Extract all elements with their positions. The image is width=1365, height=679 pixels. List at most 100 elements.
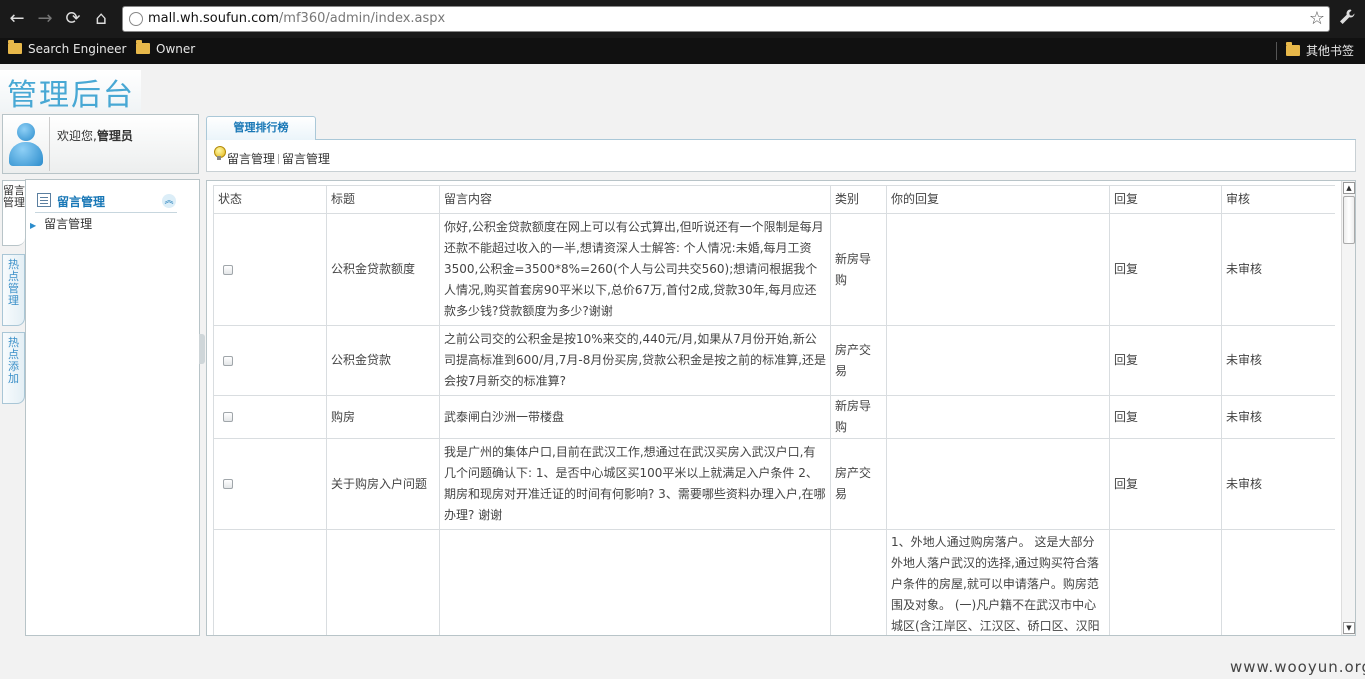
reply-link[interactable]: 回复 <box>1109 213 1222 326</box>
breadcrumb-item[interactable]: 留言管理 <box>227 152 275 166</box>
title-cell: 公积金贷款额度 <box>326 213 440 326</box>
avatar-head <box>17 123 35 141</box>
sidebar: 留言管理 ︽ ▶ 留言管理 <box>25 179 200 636</box>
sidebar-section-title: 留言管理 <box>57 195 106 209</box>
bookmark-label: Search Engineer <box>28 42 127 56</box>
side-tab-hot-manage[interactable]: 热点管理 <box>2 254 25 326</box>
tab-ranking-manage[interactable]: 管理排行榜 <box>206 116 316 141</box>
content-panel: 状态 标题 留言内容 类别 你的回复 回复 审核 公积金贷款额度 你好,公积金贷… <box>206 180 1356 636</box>
side-tab-label: 热点管理 <box>8 258 19 307</box>
column-header-category[interactable]: 类别 <box>830 185 887 214</box>
sidebar-item-label: 留言管理 <box>44 217 93 231</box>
bookmark-search-engineer[interactable]: Search Engineer <box>8 40 127 56</box>
bookmark-owner[interactable]: Owner <box>136 40 195 56</box>
folder-icon <box>1286 42 1300 56</box>
category-cell: 房产交易 <box>830 438 887 530</box>
url-host: mall.wh.soufun.com <box>148 11 279 26</box>
title-cell: 公积金贷款 <box>326 325 440 396</box>
reply-link[interactable]: 回复 <box>1109 438 1222 530</box>
content-cell <box>439 529 831 635</box>
other-bookmarks[interactable]: 其他书签 <box>1286 42 1354 59</box>
scroll-thumb[interactable] <box>1343 196 1355 244</box>
admin-page: 管理后台 欢迎您,管理员 留言管理 热点管理 热点添加 留言管理 ︽ ▶ 留言管理… <box>0 64 1365 679</box>
user-avatar-icon <box>9 123 43 167</box>
welcome-prefix: 欢迎您, <box>57 129 97 143</box>
avatar-body <box>9 142 43 166</box>
review-status <box>1221 529 1335 635</box>
url-text[interactable]: mall.wh.soufun.com/mf360/admin/index.asp… <box>148 11 445 26</box>
category-cell: 房产交易 <box>830 325 887 396</box>
message-grid: 状态 标题 留言内容 类别 你的回复 回复 审核 公积金贷款额度 你好,公积金贷… <box>213 185 1335 635</box>
address-bar[interactable]: mall.wh.soufun.com/mf360/admin/index.asp… <box>122 6 1330 32</box>
table-row: 购房 武泰闸白沙洲一带楼盘 新房导购 回复 未审核 <box>213 395 1335 439</box>
breadcrumb-separator <box>278 154 280 164</box>
column-header-reply[interactable]: 回复 <box>1109 185 1222 214</box>
my-reply-cell <box>886 438 1110 530</box>
collapse-icon[interactable]: ︽ <box>162 194 176 208</box>
review-status: 未审核 <box>1221 395 1335 439</box>
sidebar-item-message-manage[interactable]: ▶ 留言管理 <box>30 215 92 232</box>
bullet-arrow-icon: ▶ <box>30 221 37 230</box>
table-row: 公积金贷款额度 你好,公积金贷款额度在网上可以有公式算出,但听说还有一个限制是每… <box>213 213 1335 326</box>
breadcrumb-item[interactable]: 留言管理 <box>282 152 330 166</box>
side-tab-hot-add[interactable]: 热点添加 <box>2 332 25 404</box>
browser-toolbar: ← → ⟳ ⌂ mall.wh.soufun.com/mf360/admin/i… <box>0 0 1365 38</box>
title-cell: 关于购房入户问题 <box>326 438 440 530</box>
forward-icon[interactable]: → <box>34 8 56 30</box>
my-reply-cell <box>886 395 1110 439</box>
my-reply-cell <box>886 325 1110 396</box>
row-checkbox[interactable] <box>223 355 233 366</box>
side-tab-message-manage[interactable]: 留言管理 <box>2 180 25 246</box>
scroll-up-icon[interactable]: ▲ <box>1343 182 1355 194</box>
content-cell: 我是广州的集体户口,目前在武汉工作,想通过在武汉买房入武汉户口,有几个问题确认下… <box>439 438 831 530</box>
folder-icon <box>8 40 22 54</box>
bookmarks-bar: Search Engineer Owner 其他书签 <box>0 38 1365 64</box>
folder-icon <box>136 40 150 54</box>
side-tab-label: 热点添加 <box>8 336 19 385</box>
column-header-content[interactable]: 留言内容 <box>439 185 831 214</box>
column-header-my-reply[interactable]: 你的回复 <box>886 185 1110 214</box>
status-cell <box>213 395 327 439</box>
review-status: 未审核 <box>1221 438 1335 530</box>
reply-link[interactable]: 回复 <box>1109 395 1222 439</box>
row-checkbox[interactable] <box>223 412 233 422</box>
title-cell: 购房 <box>326 395 440 439</box>
page-title: 管理后台 <box>0 70 141 113</box>
scroll-down-icon[interactable]: ▼ <box>1343 622 1355 634</box>
table-row: 公积金贷款 之前公司交的公积金是按10%来交的,440元/月,如果从7月份开始,… <box>213 325 1335 396</box>
status-cell <box>213 529 327 635</box>
content-cell: 你好,公积金贷款额度在网上可以有公式算出,但听说还有一个限制是每月还款不能超过收… <box>439 213 831 326</box>
vertical-scrollbar[interactable]: ▲ ▼ <box>1341 181 1355 635</box>
sidebar-section-header[interactable]: 留言管理 <box>35 191 177 213</box>
status-cell <box>213 438 327 530</box>
review-status: 未审核 <box>1221 325 1335 396</box>
category-cell <box>830 529 887 635</box>
category-cell: 新房导购 <box>830 395 887 439</box>
row-checkbox[interactable] <box>223 479 233 489</box>
url-path: /mf360/admin/index.aspx <box>278 11 446 26</box>
column-header-title[interactable]: 标题 <box>326 185 440 214</box>
row-checkbox[interactable] <box>223 264 233 275</box>
reply-link[interactable] <box>1109 529 1222 635</box>
breadcrumb: 留言管理 留言管理 <box>206 140 1356 172</box>
sidebar-splitter-handle[interactable] <box>199 334 205 364</box>
username: 管理员 <box>96 129 133 143</box>
column-header-status[interactable]: 状态 <box>213 185 327 214</box>
side-tab-label: 留言管理 <box>3 184 25 209</box>
main-tab-bar: 管理排行榜 <box>206 116 1356 141</box>
back-icon[interactable]: ← <box>6 8 28 30</box>
wrench-icon[interactable] <box>1338 8 1356 31</box>
reload-icon[interactable]: ⟳ <box>62 8 84 30</box>
lightbulb-icon <box>214 146 226 160</box>
bookmark-star-icon[interactable]: ☆ <box>1309 8 1325 29</box>
column-header-review[interactable]: 审核 <box>1221 185 1335 214</box>
table-row: 关于购房入户问题 我是广州的集体户口,目前在武汉工作,想通过在武汉买房入武汉户口… <box>213 438 1335 530</box>
home-icon[interactable]: ⌂ <box>90 8 112 30</box>
reply-link[interactable]: 回复 <box>1109 325 1222 396</box>
user-panel: 欢迎您,管理员 <box>2 114 199 174</box>
category-cell: 新房导购 <box>830 213 887 326</box>
table-header-row: 状态 标题 留言内容 类别 你的回复 回复 审核 <box>213 185 1335 214</box>
content-cell: 之前公司交的公积金是按10%来交的,440元/月,如果从7月份开始,新公司提高标… <box>439 325 831 396</box>
watermark: www.wooyun.org <box>1230 658 1365 676</box>
user-divider <box>49 117 50 171</box>
